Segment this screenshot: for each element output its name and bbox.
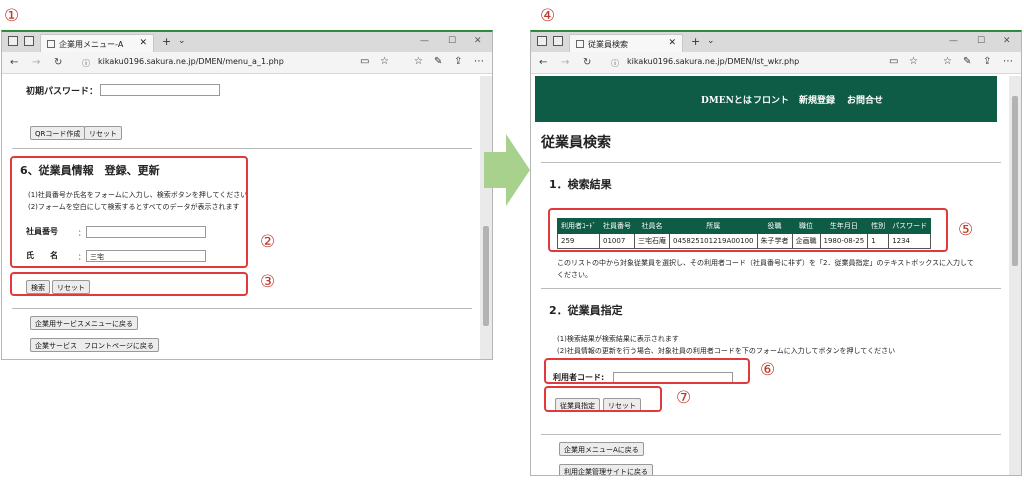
instruction-1: (1)検索結果が検索結果に表示されます (557, 335, 679, 343)
info-icon: ⓘ (82, 59, 90, 68)
marker-3: ③ (260, 272, 276, 292)
back-menu-a-button[interactable]: 企業用メニューAに戻る (559, 442, 644, 456)
favorites-hub-icon[interactable]: ☆ (943, 56, 952, 67)
more-icon[interactable]: ⋯ (474, 56, 484, 67)
scrollbar[interactable] (480, 76, 492, 359)
initial-password-input[interactable] (100, 84, 220, 96)
annotation-box-7 (544, 386, 662, 412)
chevron-down-icon[interactable]: ⌄ (178, 36, 186, 46)
refresh-icon[interactable]: ↻ (54, 57, 62, 68)
info-icon: ⓘ (611, 59, 619, 68)
annotation-box-3 (10, 272, 248, 296)
tab-bar: 従業員検索 ✕ + ⌄ — ☐ ✕ (531, 32, 1021, 52)
page-title: 従業員検索 (541, 135, 611, 151)
marker-7: ⑦ (676, 388, 692, 408)
maximize-icon[interactable]: ☐ (977, 36, 985, 46)
chevron-down-icon[interactable]: ⌄ (707, 36, 715, 46)
forward-icon[interactable]: → (32, 57, 40, 68)
tab-menu-a[interactable]: 企業用メニュー-A ✕ (40, 34, 154, 52)
back-service-menu-button[interactable]: 企業用サービスメニューに戻る (30, 316, 138, 330)
close-tab-icon[interactable]: ✕ (139, 38, 147, 48)
qr-code-button[interactable]: QRコード作成 (30, 126, 86, 140)
new-tab-icon[interactable]: + (691, 35, 700, 48)
close-tab-icon[interactable]: ✕ (668, 38, 676, 48)
url-field[interactable]: kikaku0196.sakura.ne.jp/DMEN/lst_wkr.php (627, 57, 799, 66)
marker-6: ⑥ (760, 360, 776, 380)
top-nav-bar: DMENとは フロント 新規登録 お問合せ (535, 76, 997, 122)
close-window-icon[interactable]: ✕ (474, 36, 482, 46)
nav-link-contact[interactable]: お問合せ (847, 93, 883, 106)
annotation-box-2 (10, 156, 248, 268)
minimize-icon[interactable]: — (420, 36, 429, 46)
note-line-2: ください。 (557, 271, 592, 279)
back-icon[interactable]: ← (539, 57, 547, 68)
forward-icon[interactable]: → (561, 57, 569, 68)
tab-preview-icon[interactable] (8, 36, 18, 46)
tab-title: 従業員検索 (588, 40, 628, 49)
instruction-2: (2)社員情報の更新を行う場合、対象社員の利用者コードを下のフォームに入力してボ… (557, 347, 896, 355)
divider (12, 148, 472, 149)
new-tab-icon[interactable]: + (162, 35, 171, 48)
initial-password-label: 初期パスワード： (26, 87, 99, 97)
notes-pen-icon[interactable]: ✎ (963, 56, 971, 67)
back-admin-site-button[interactable]: 利用企業管理サイトに戻る (559, 464, 653, 475)
marker-4: ④ (540, 6, 556, 26)
share-icon[interactable]: ⇪ (454, 56, 462, 67)
marker-2: ② (260, 232, 276, 252)
reading-view-icon[interactable]: ▭ (360, 56, 369, 67)
nav-link-about[interactable]: DMENとは (701, 93, 752, 106)
page-content: DMENとは フロント 新規登録 お問合せ 従業員検索 1．検索結果 利用者ｺｰ… (531, 76, 1009, 475)
tab-aside-icon[interactable] (553, 36, 563, 46)
flow-arrow-icon (484, 134, 530, 206)
scrollbar-thumb[interactable] (483, 226, 489, 326)
maximize-icon[interactable]: ☐ (448, 36, 456, 46)
tab-title: 企業用メニュー-A (59, 40, 124, 49)
section2-title: 2．従業員指定 (549, 304, 623, 317)
url-field[interactable]: kikaku0196.sakura.ne.jp/DMEN/menu_a_1.ph… (98, 57, 284, 66)
share-icon[interactable]: ⇪ (983, 56, 991, 67)
nav-link-register[interactable]: 新規登録 (799, 93, 835, 106)
annotation-box-6 (544, 358, 750, 384)
tab-employee-search[interactable]: 従業員検索 ✕ (569, 34, 683, 52)
reading-view-icon[interactable]: ▭ (889, 56, 898, 67)
scrollbar-thumb[interactable] (1012, 96, 1018, 266)
divider (541, 288, 1001, 289)
marker-1: ① (4, 6, 20, 26)
favorite-star-icon[interactable]: ☆ (380, 56, 389, 67)
section1-title: 1．検索結果 (549, 178, 612, 191)
divider (541, 434, 1001, 435)
notes-pen-icon[interactable]: ✎ (434, 56, 442, 67)
tab-aside-icon[interactable] (24, 36, 34, 46)
back-icon[interactable]: ← (10, 57, 18, 68)
refresh-icon[interactable]: ↻ (583, 57, 591, 68)
address-bar: ← → ↻ ⓘ kikaku0196.sakura.ne.jp/DMEN/lst… (531, 52, 1021, 74)
tab-bar: 企業用メニュー-A ✕ + ⌄ — ☐ ✕ (2, 32, 492, 52)
scrollbar[interactable] (1009, 76, 1021, 475)
divider (541, 162, 1001, 163)
page-icon (47, 40, 55, 48)
note-line-1: このリストの中から対象従業員を選択し、その利用者コード（社員番号に非ず）を「2．… (557, 259, 974, 267)
close-window-icon[interactable]: ✕ (1003, 36, 1011, 46)
back-front-page-button[interactable]: 企業サービス フロントページに戻る (30, 338, 159, 352)
tab-preview-icon[interactable] (537, 36, 547, 46)
minimize-icon[interactable]: — (949, 36, 958, 46)
nav-link-front[interactable]: フロント (753, 93, 789, 106)
address-bar: ← → ↻ ⓘ kikaku0196.sakura.ne.jp/DMEN/men… (2, 52, 492, 74)
annotation-box-5 (548, 208, 948, 252)
divider (12, 308, 472, 309)
marker-5: ⑤ (958, 220, 974, 240)
page-icon (576, 40, 584, 48)
more-icon[interactable]: ⋯ (1003, 56, 1013, 67)
favorites-hub-icon[interactable]: ☆ (414, 56, 423, 67)
favorite-star-icon[interactable]: ☆ (909, 56, 918, 67)
reset-button-qr[interactable]: リセット (84, 126, 122, 140)
